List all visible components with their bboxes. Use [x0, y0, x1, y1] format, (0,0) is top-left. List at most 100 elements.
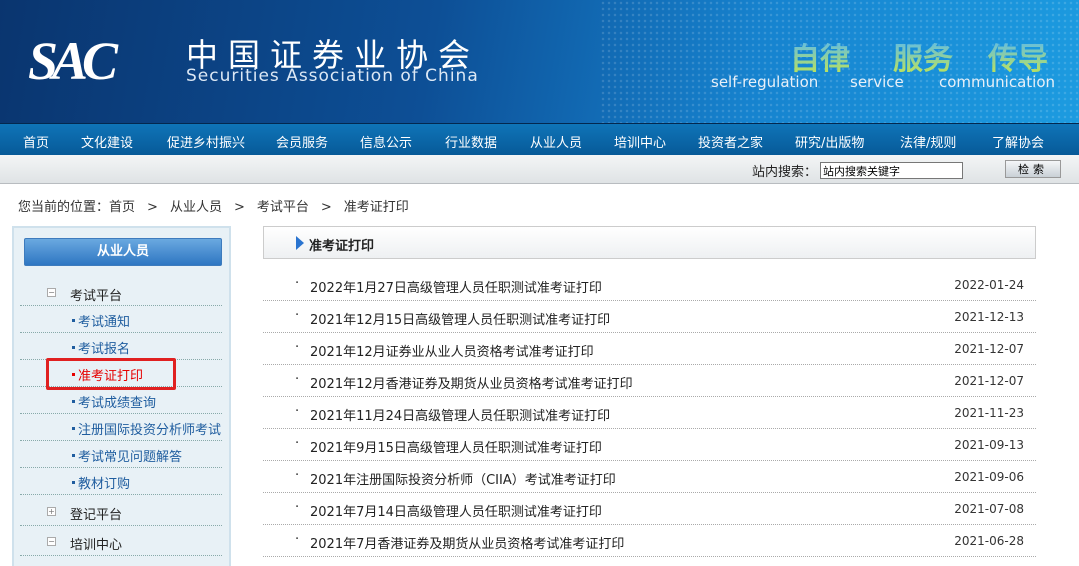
slogan-cn: 服务: [893, 34, 953, 78]
site-name-en: Securities Association of China: [186, 66, 479, 86]
slogan-en: communication: [939, 73, 1056, 91]
sidebar-link-label: 考试成绩查询: [78, 396, 157, 411]
bullet: ·: [295, 436, 300, 451]
nav-item[interactable]: 促进乡村振兴: [167, 132, 245, 151]
sidebar-link[interactable]: 注册国际投资分析师考试: [20, 414, 222, 441]
sidebar-group-register[interactable]: + 登记平台: [20, 495, 222, 526]
news-item[interactable]: · 2022年1月27日高级管理人员任职测试准考证打印 2022-01-24: [263, 269, 1036, 301]
news-title-link[interactable]: 2021年7月香港证券及期货从业员资格考试准考证打印: [310, 533, 624, 552]
breadcrumb-current: 准考证打印: [343, 200, 409, 215]
news-date: 2021-11-23: [954, 406, 1024, 420]
nav-item[interactable]: 文化建设: [81, 132, 133, 151]
sidebar-group-label: 考试平台: [70, 289, 123, 304]
search-input[interactable]: [820, 162, 963, 179]
bullet-icon: [72, 454, 75, 457]
slogan-cn: 传导: [988, 34, 1048, 78]
bullet-icon: [72, 481, 75, 484]
slogan-en: self-regulation: [711, 73, 819, 91]
breadcrumb-separator: >: [147, 200, 158, 215]
sidebar-group-label: 培训中心: [70, 538, 123, 553]
bullet: ·: [295, 404, 300, 419]
news-title-link[interactable]: 2021年12月香港证券及期货从业员资格考试准考证打印: [310, 373, 633, 392]
bullet: ·: [295, 532, 300, 547]
site-header: SAC 中国证券业协会 Securities Association of Ch…: [0, 0, 1079, 123]
nav-item[interactable]: 法律/规则: [900, 132, 956, 151]
collapse-icon[interactable]: −: [47, 537, 56, 546]
news-date: 2021-06-28: [954, 534, 1024, 548]
sidebar-link[interactable]: 考试常见问题解答: [20, 441, 222, 468]
news-date: 2021-12-13: [954, 310, 1024, 324]
expand-icon[interactable]: +: [47, 507, 56, 516]
news-title-link[interactable]: 2022年1月27日高级管理人员任职测试准考证打印: [310, 277, 602, 296]
nav-item[interactable]: 信息公示: [360, 132, 412, 151]
bullet-icon: [72, 346, 75, 349]
sac-logo[interactable]: SAC: [28, 30, 118, 92]
sidebar-link[interactable]: 教材订购: [20, 468, 222, 495]
news-date: 2021-07-08: [954, 502, 1024, 516]
news-date: 2021-09-13: [954, 438, 1024, 452]
news-date: 2022-01-24: [954, 278, 1024, 292]
news-item[interactable]: · 2021年11月24日高级管理人员任职测试准考证打印 2021-11-23: [263, 397, 1036, 429]
news-date: 2021-12-07: [954, 342, 1024, 356]
section-title-bar: 准考证打印: [263, 226, 1036, 259]
highlight-box: [46, 358, 176, 390]
search-label: 站内搜索：: [752, 165, 818, 180]
bullet: ·: [295, 468, 300, 483]
breadcrumb-link[interactable]: 首页: [109, 200, 135, 215]
breadcrumb-link[interactable]: 考试平台: [257, 200, 309, 215]
nav-item[interactable]: 培训中心: [614, 132, 666, 151]
main-nav: 首页 文化建设 促进乡村振兴 会员服务 信息公示 行业数据 从业人员 培训中心 …: [0, 123, 1079, 155]
search-button[interactable]: 检索: [1005, 160, 1061, 178]
sidebar-group-exam[interactable]: − 考试平台: [20, 279, 222, 306]
breadcrumb-link[interactable]: 从业人员: [170, 200, 222, 215]
news-date: 2021-12-07: [954, 374, 1024, 388]
news-title-link[interactable]: 2021年注册国际投资分析师（CIIA）考试准考证打印: [310, 469, 616, 488]
bullet-icon: [72, 400, 75, 403]
bullet-icon: [72, 319, 75, 322]
news-title-link[interactable]: 2021年12月15日高级管理人员任职测试准考证打印: [310, 309, 610, 328]
sidebar-link[interactable]: 考试通知: [20, 306, 222, 333]
sidebar-group-training[interactable]: − 培训中心: [20, 526, 222, 556]
breadcrumb-prefix: 您当前的位置：: [18, 200, 110, 215]
news-title-link[interactable]: 2021年9月15日高级管理人员任职测试准考证打印: [310, 437, 602, 456]
news-title-link[interactable]: 2021年11月24日高级管理人员任职测试准考证打印: [310, 405, 610, 424]
search-bar: 站内搜索： 检索: [0, 155, 1079, 184]
news-item[interactable]: · 2021年12月15日高级管理人员任职测试准考证打印 2021-12-13: [263, 301, 1036, 333]
sidebar-link-label: 考试常见问题解答: [78, 450, 183, 465]
breadcrumb-separator: >: [320, 200, 332, 215]
news-title-link[interactable]: 2021年7月14日高级管理人员任职测试准考证打印: [310, 501, 602, 520]
sidebar-link-label: 考试报名: [78, 342, 131, 357]
bullet: ·: [295, 276, 300, 291]
nav-item[interactable]: 首页: [23, 132, 49, 151]
bullet-icon: [72, 427, 75, 430]
news-title-link[interactable]: 2021年12月证券业从业人员资格考试准考证打印: [310, 341, 594, 360]
slogan-cn: 自律: [790, 34, 850, 78]
news-item[interactable]: · 2021年12月证券业从业人员资格考试准考证打印 2021-12-07: [263, 333, 1036, 365]
news-item[interactable]: · 2021年7月香港证券及期货从业员资格考试准考证打印 2021-06-28: [263, 525, 1036, 557]
nav-item[interactable]: 行业数据: [445, 132, 497, 151]
nav-item[interactable]: 会员服务: [276, 132, 328, 151]
slogan-en: service: [850, 73, 904, 91]
sidebar-link-label: 教材订购: [78, 477, 131, 492]
sidebar-link[interactable]: 考试成绩查询: [20, 387, 222, 414]
sidebar-link-label: 考试通知: [78, 315, 131, 330]
sidebar-link[interactable]: 考试报名: [20, 333, 222, 360]
triangle-arrow-icon: [296, 236, 304, 250]
nav-item[interactable]: 了解协会: [992, 132, 1044, 151]
news-date: 2021-09-06: [954, 470, 1024, 484]
news-item[interactable]: · 2021年注册国际投资分析师（CIIA）考试准考证打印 2021-09-06: [263, 461, 1036, 493]
bullet: ·: [295, 340, 300, 355]
bullet: ·: [295, 372, 300, 387]
nav-item[interactable]: 投资者之家: [698, 132, 763, 151]
sidebar-link-label: 注册国际投资分析师考试: [78, 423, 222, 438]
news-item[interactable]: · 2021年7月14日高级管理人员任职测试准考证打印 2021-07-08: [263, 493, 1036, 525]
news-item[interactable]: · 2021年12月香港证券及期货从业员资格考试准考证打印 2021-12-07: [263, 365, 1036, 397]
breadcrumb: 您当前的位置：首页 > 从业人员 > 考试平台 > 准考证打印: [18, 196, 409, 215]
collapse-icon[interactable]: −: [47, 288, 56, 297]
section-title: 准考证打印: [309, 239, 375, 254]
sidebar-title: 从业人员: [24, 238, 222, 266]
sidebar-group-label: 登记平台: [70, 508, 123, 523]
nav-item[interactable]: 从业人员: [530, 132, 582, 151]
news-item[interactable]: · 2021年9月15日高级管理人员任职测试准考证打印 2021-09-13: [263, 429, 1036, 461]
nav-item[interactable]: 研究/出版物: [795, 132, 864, 151]
